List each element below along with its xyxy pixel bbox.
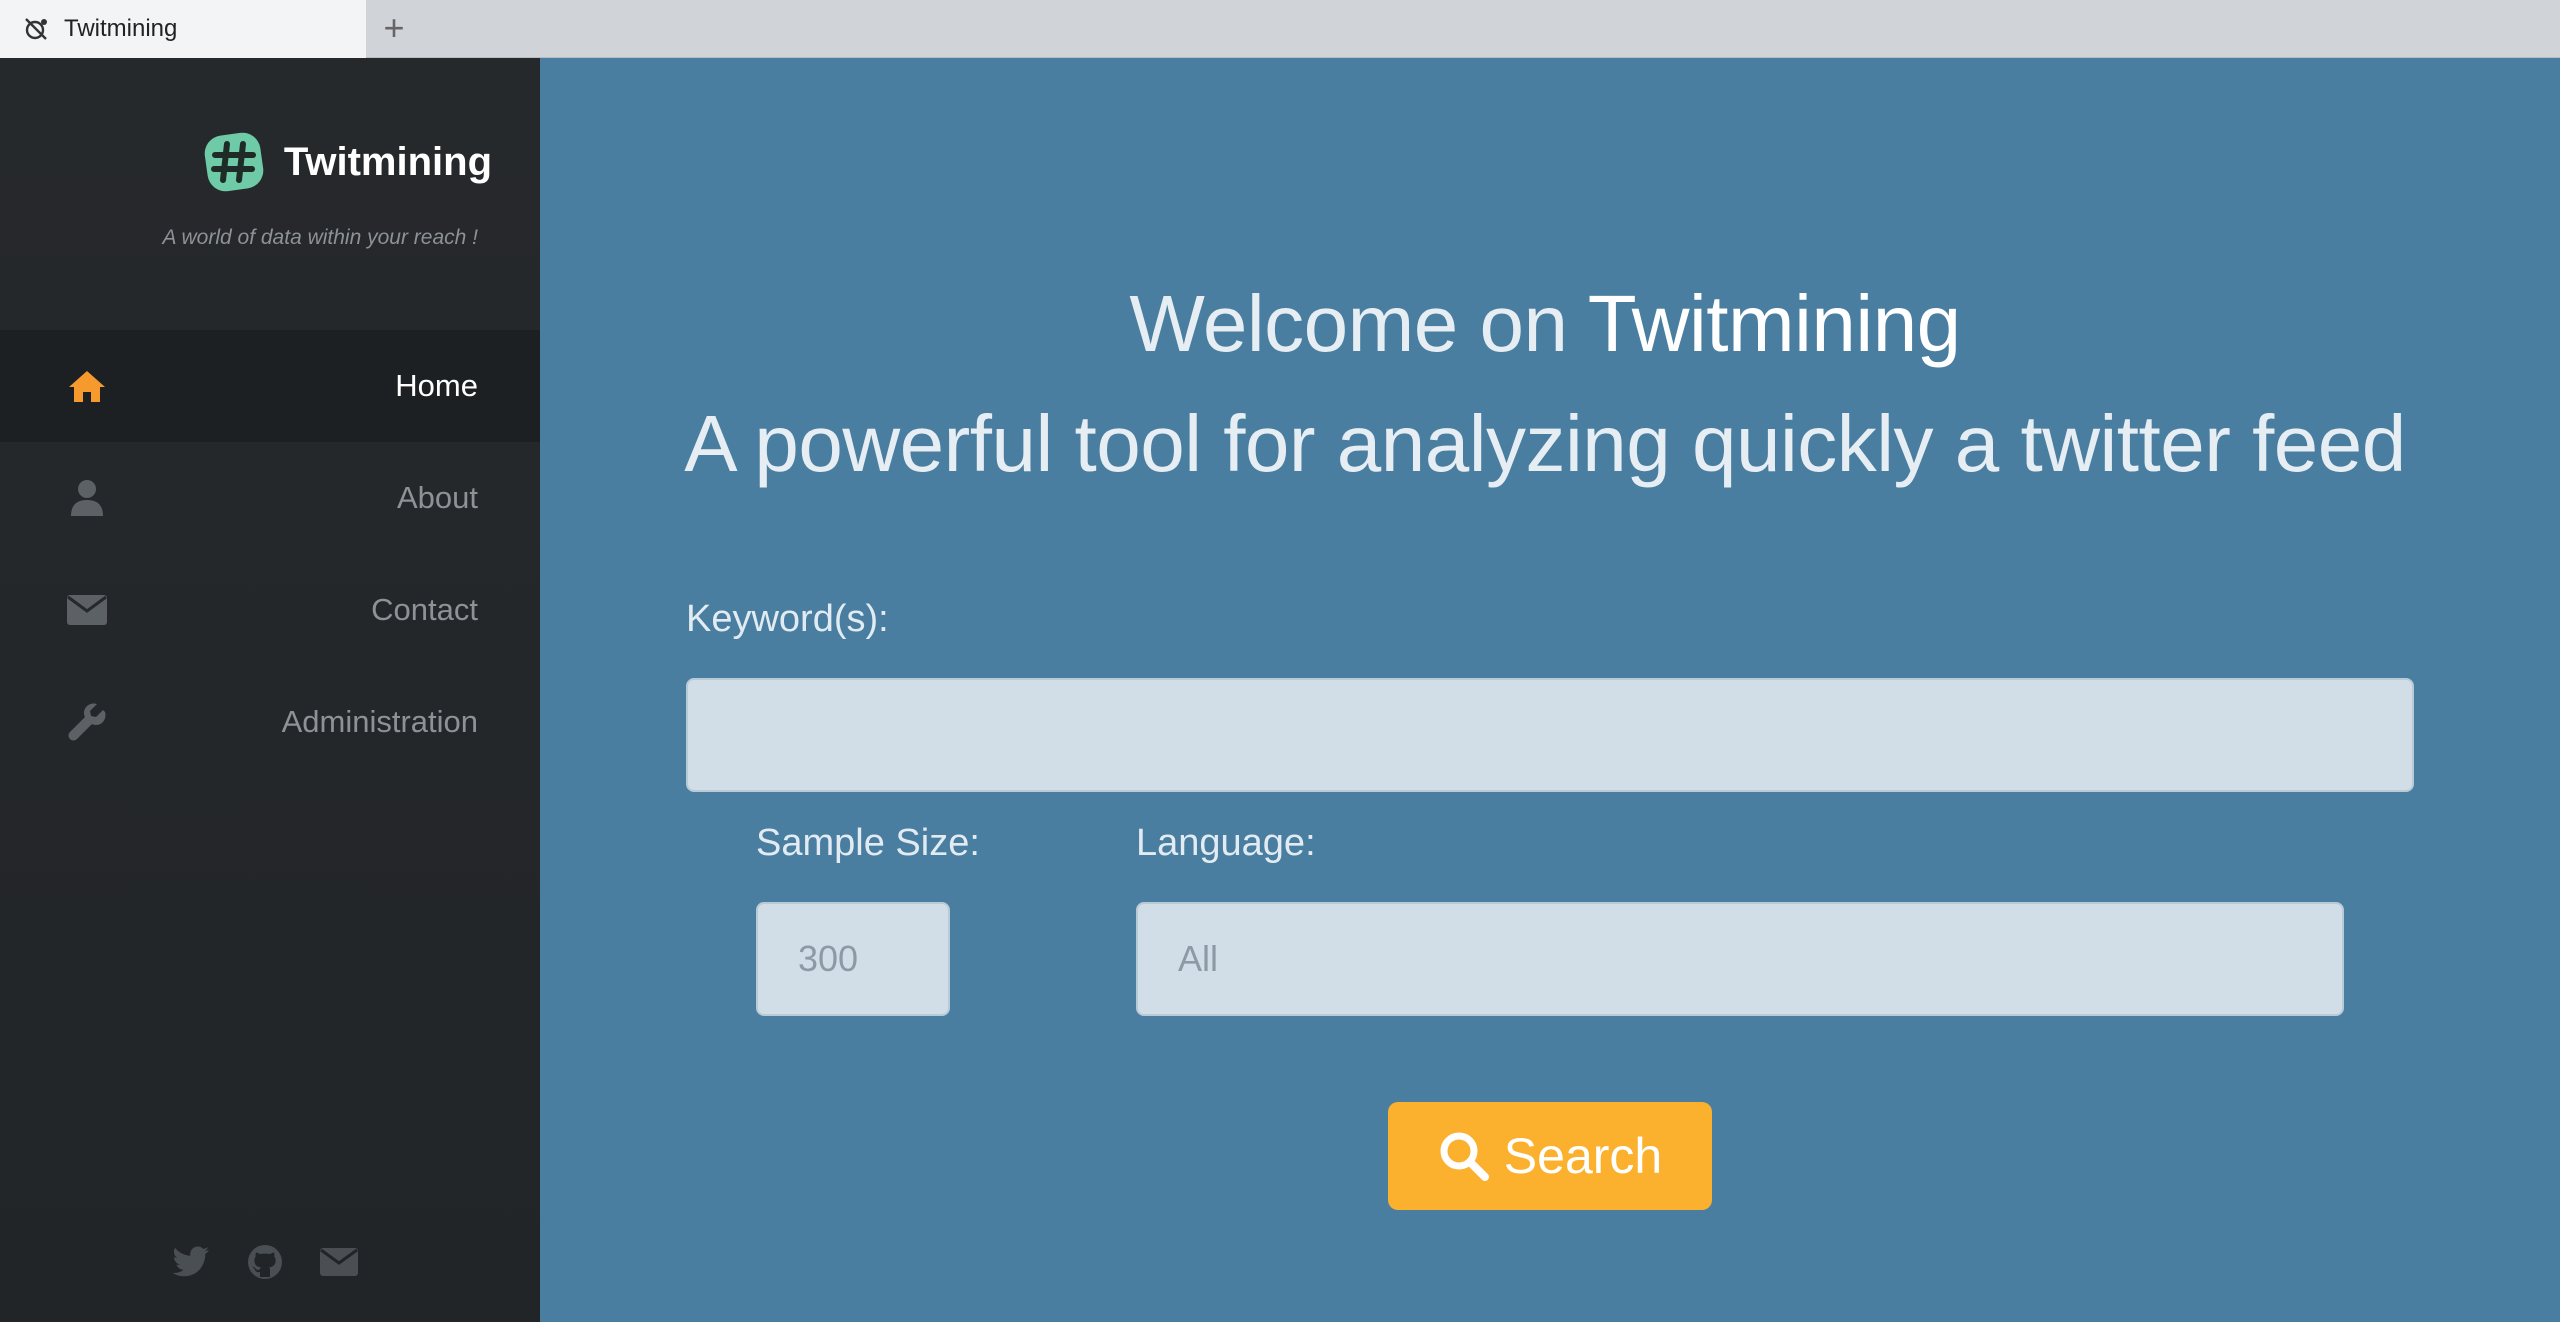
keyword-input[interactable] <box>686 678 2414 792</box>
satellite-icon <box>22 15 50 43</box>
welcome-prefix: Welcome on <box>1129 279 1588 368</box>
sidebar-item-label: Administration <box>281 704 478 739</box>
welcome-brand: Twitmining <box>1587 279 1961 368</box>
language-input[interactable]: All <box>1136 902 2344 1016</box>
new-tab-button[interactable]: + <box>374 6 414 50</box>
welcome-heading: Welcome on Twitmining <box>540 278 2550 370</box>
search-button[interactable]: Search <box>1388 1102 1712 1210</box>
sidebar-item-label: About <box>396 480 478 515</box>
sidebar-item-contact[interactable]: Contact <box>0 554 540 666</box>
sample-size-input[interactable]: 300 <box>756 902 950 1016</box>
sidebar: Twitmining A world of data within your r… <box>0 58 540 1322</box>
sidebar-item-administration[interactable]: Administration <box>0 666 540 778</box>
tab-title: Twitmining <box>64 15 178 42</box>
browser-tab-strip: Twitmining + <box>0 0 2560 58</box>
brand[interactable]: Twitmining <box>202 130 492 194</box>
hashtag-logo-icon <box>202 130 266 194</box>
sidebar-item-home[interactable]: Home <box>0 330 540 442</box>
tagline: A world of data within your reach ! <box>162 226 478 249</box>
sidebar-item-label: Home <box>395 368 478 403</box>
search-icon <box>1438 1130 1490 1182</box>
brand-name: Twitmining <box>283 139 492 184</box>
keyword-label: Keyword(s): <box>686 598 889 640</box>
page-subtitle: A powerful tool for analyzing quickly a … <box>684 399 2406 488</box>
sidebar-nav: Home About Contact Administration <box>0 330 540 778</box>
social-links <box>0 1242 540 1282</box>
sample-size-label: Sample Size: <box>756 822 980 864</box>
main-content: Welcome on Twitmining A powerful tool fo… <box>540 58 2560 1322</box>
envelope-icon <box>66 589 108 631</box>
search-button-label: Search <box>1503 1128 1663 1184</box>
envelope-icon[interactable] <box>319 1242 359 1282</box>
browser-tab[interactable]: Twitmining <box>0 0 366 58</box>
user-icon <box>66 477 108 519</box>
wrench-icon <box>66 701 108 743</box>
github-icon[interactable] <box>245 1242 285 1282</box>
twitter-icon[interactable] <box>171 1242 211 1282</box>
sidebar-item-label: Contact <box>371 592 478 627</box>
sidebar-item-about[interactable]: About <box>0 442 540 554</box>
home-icon <box>66 365 108 407</box>
language-label: Language: <box>1136 822 1316 864</box>
